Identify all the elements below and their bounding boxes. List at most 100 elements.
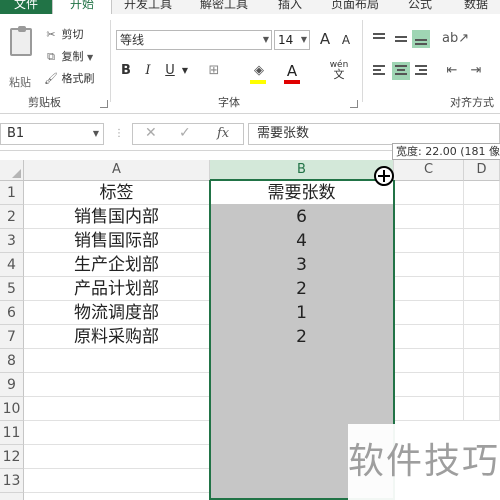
cell-a14[interactable]: [24, 493, 210, 500]
cell-a7[interactable]: 原料采购部: [24, 325, 210, 349]
font-size-select[interactable]: 14 ▼: [274, 30, 310, 50]
insert-function-icon[interactable]: fx: [217, 126, 229, 141]
cell-b1[interactable]: 需要张数: [210, 181, 394, 205]
cell-d5[interactable]: [464, 277, 500, 301]
paste-button[interactable]: 粘贴: [6, 26, 36, 89]
chevron-down-icon[interactable]: ▼: [180, 62, 190, 80]
cell-d8[interactable]: [464, 349, 500, 373]
align-right-button[interactable]: [412, 62, 430, 80]
cell-b6[interactable]: 1: [210, 301, 394, 325]
cell-d10[interactable]: [464, 397, 500, 421]
cell-a9[interactable]: [24, 373, 210, 397]
increase-indent-icon[interactable]: ⇥: [466, 62, 486, 80]
border-icon[interactable]: ⊞: [204, 62, 224, 80]
align-center-button[interactable]: [392, 62, 410, 80]
column-header-c[interactable]: C: [394, 160, 464, 181]
decrease-indent-icon[interactable]: ⇤: [442, 62, 462, 80]
tab-insert[interactable]: 插入: [268, 0, 312, 14]
cell-d2[interactable]: [464, 205, 500, 229]
cell-a11[interactable]: [24, 421, 210, 445]
cell-d1[interactable]: [464, 181, 500, 205]
align-left-button[interactable]: [370, 62, 388, 80]
cell-a13[interactable]: [24, 469, 210, 493]
tab-formulas[interactable]: 公式: [398, 0, 442, 14]
tab-page-layout[interactable]: 页面布局: [322, 0, 388, 14]
align-bottom-button[interactable]: [412, 30, 430, 48]
row-header[interactable]: 11: [0, 421, 24, 445]
cell-c9[interactable]: [394, 373, 464, 397]
cell-c2[interactable]: [394, 205, 464, 229]
cell-a3[interactable]: 销售国际部: [24, 229, 210, 253]
row-header[interactable]: 10: [0, 397, 24, 421]
bold-button[interactable]: B: [118, 62, 134, 80]
cell-a5[interactable]: 产品计划部: [24, 277, 210, 301]
cell-a8[interactable]: [24, 349, 210, 373]
italic-button[interactable]: I: [140, 62, 156, 80]
cell-b10[interactable]: [210, 397, 394, 421]
format-painter-button[interactable]: 🖌 格式刷: [44, 70, 94, 86]
cell-d6[interactable]: [464, 301, 500, 325]
formula-input[interactable]: 需要张数: [248, 123, 500, 145]
tab-decrypt[interactable]: 解密工具: [194, 0, 254, 14]
cell-c8[interactable]: [394, 349, 464, 373]
cell-c7[interactable]: [394, 325, 464, 349]
tab-file[interactable]: 文件: [0, 0, 52, 14]
row-header[interactable]: 7: [0, 325, 24, 349]
phonetic-button[interactable]: wén 文: [322, 60, 356, 80]
enter-icon[interactable]: ✓: [179, 125, 191, 141]
row-header[interactable]: 8: [0, 349, 24, 373]
fill-color-icon[interactable]: ◈: [248, 62, 270, 80]
underline-button[interactable]: U: [162, 62, 178, 80]
column-header-b[interactable]: B: [210, 160, 394, 181]
shrink-font-button[interactable]: A: [338, 31, 354, 49]
cell-a2[interactable]: 销售国内部: [24, 205, 210, 229]
cell-d9[interactable]: [464, 373, 500, 397]
cell-a4[interactable]: 生产企划部: [24, 253, 210, 277]
column-header-a[interactable]: A: [24, 160, 210, 181]
row-header[interactable]: 6: [0, 301, 24, 325]
cell-a10[interactable]: [24, 397, 210, 421]
cell-a1[interactable]: 标签: [24, 181, 210, 205]
row-header[interactable]: 1: [0, 181, 24, 205]
row-header[interactable]: 12: [0, 445, 24, 469]
tab-home[interactable]: 开始: [52, 0, 112, 14]
select-all-button[interactable]: [0, 160, 24, 181]
row-header[interactable]: 13: [0, 469, 24, 493]
cell-a6[interactable]: 物流调度部: [24, 301, 210, 325]
cell-d3[interactable]: [464, 229, 500, 253]
cell-b7[interactable]: 2: [210, 325, 394, 349]
font-color-button[interactable]: A: [284, 62, 300, 80]
cell-b9[interactable]: [210, 373, 394, 397]
align-middle-button[interactable]: [392, 30, 410, 48]
font-name-select[interactable]: 等线 ▼: [116, 30, 272, 50]
column-header-d[interactable]: D: [464, 160, 500, 181]
row-header[interactable]: 2: [0, 205, 24, 229]
cell-c6[interactable]: [394, 301, 464, 325]
row-header[interactable]: 9: [0, 373, 24, 397]
tab-developer[interactable]: 开发工具: [118, 0, 178, 14]
orientation-icon[interactable]: ab↗: [442, 30, 469, 48]
cell-c3[interactable]: [394, 229, 464, 253]
cell-c10[interactable]: [394, 397, 464, 421]
cell-c5[interactable]: [394, 277, 464, 301]
row-header[interactable]: 5: [0, 277, 24, 301]
align-top-button[interactable]: [370, 30, 388, 48]
cell-c4[interactable]: [394, 253, 464, 277]
cancel-icon[interactable]: ✕: [145, 125, 157, 141]
name-box[interactable]: B1 ▼: [0, 123, 104, 145]
row-header[interactable]: [0, 493, 24, 500]
row-header[interactable]: 4: [0, 253, 24, 277]
clipboard-launcher-icon[interactable]: [100, 100, 108, 108]
cell-d4[interactable]: [464, 253, 500, 277]
cut-button[interactable]: ✂ 剪切: [44, 26, 83, 42]
cell-b2[interactable]: 6: [210, 205, 394, 229]
cell-b3[interactable]: 4: [210, 229, 394, 253]
column-resize-cursor-icon[interactable]: [374, 166, 394, 186]
cell-b5[interactable]: 2: [210, 277, 394, 301]
grow-font-button[interactable]: A: [316, 30, 334, 48]
cell-a12[interactable]: [24, 445, 210, 469]
font-launcher-icon[interactable]: [350, 100, 358, 108]
cell-b8[interactable]: [210, 349, 394, 373]
cell-c1[interactable]: [394, 181, 464, 205]
cell-d7[interactable]: [464, 325, 500, 349]
